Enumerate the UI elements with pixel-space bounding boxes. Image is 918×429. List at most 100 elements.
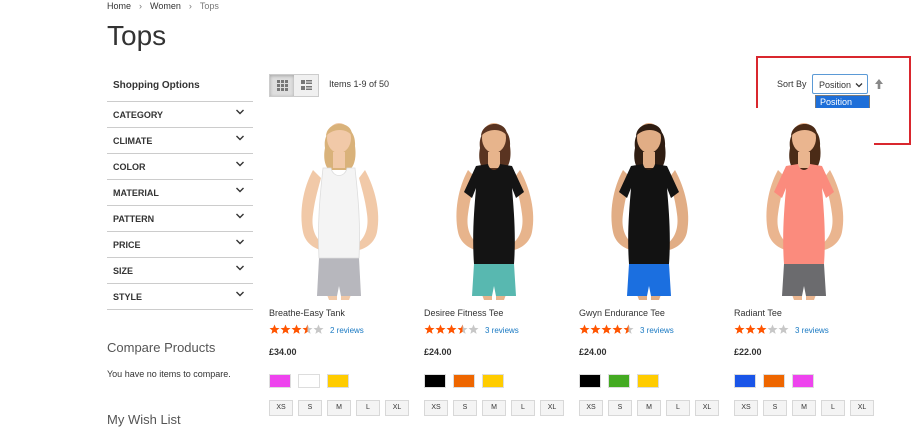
product-item: Breathe-Easy Tank 2 reviews £34.00 XS S M L XL — [269, 108, 409, 416]
color-swatch[interactable] — [298, 374, 320, 388]
size-swatches: XS S M L XL — [734, 400, 879, 416]
filter-size[interactable]: SIZE — [107, 258, 253, 284]
breadcrumb-current: Tops — [199, 1, 219, 11]
product-price: £24.00 — [424, 347, 452, 357]
breadcrumb-women-link[interactable]: Women — [150, 1, 181, 11]
reviews-link[interactable]: 3 reviews — [640, 326, 674, 335]
color-swatch[interactable] — [424, 374, 446, 388]
chevron-down-icon — [236, 161, 244, 167]
filter-category[interactable]: CATEGORY — [107, 102, 253, 128]
size-option-m[interactable]: M — [482, 400, 506, 416]
filter-climate[interactable]: CLIMATE — [107, 128, 253, 154]
star-icon — [313, 324, 324, 334]
size-option-xs[interactable]: XS — [579, 400, 603, 416]
product-item: Desiree Fitness Tee 3 reviews £24.00 XS S M L X… — [424, 108, 564, 416]
size-swatches: XS S M L XL — [424, 400, 569, 416]
product-image[interactable] — [269, 108, 409, 300]
star-icon — [291, 324, 302, 334]
chevron-down-icon — [236, 239, 244, 245]
filter-pattern[interactable]: PATTERN — [107, 206, 253, 232]
size-option-l[interactable]: L — [356, 400, 380, 416]
product-price: £22.00 — [734, 347, 762, 357]
size-option-l[interactable]: L — [511, 400, 535, 416]
product-price: £34.00 — [269, 347, 297, 357]
filter-style[interactable]: STYLE — [107, 284, 253, 310]
size-option-xl[interactable]: XL — [695, 400, 719, 416]
color-swatch[interactable] — [608, 374, 630, 388]
chevron-down-icon — [236, 291, 244, 297]
shopping-options-title: Shopping Options — [113, 80, 200, 91]
star-icon — [446, 324, 457, 334]
neck — [798, 152, 810, 168]
color-swatch[interactable] — [763, 374, 785, 388]
size-option-s[interactable]: S — [298, 400, 322, 416]
size-option-xs[interactable]: XS — [269, 400, 293, 416]
filter-material[interactable]: MATERIAL — [107, 180, 253, 206]
filter-label: SIZE — [113, 266, 134, 276]
breadcrumb-separator-icon: › — [139, 1, 143, 11]
color-swatch[interactable] — [269, 374, 291, 388]
reviews-link[interactable]: 2 reviews — [330, 326, 364, 335]
star-icon — [612, 324, 623, 334]
size-option-m[interactable]: M — [637, 400, 661, 416]
product-photo — [734, 108, 874, 300]
star-icon — [623, 324, 634, 334]
product-name-link[interactable]: Breathe-Easy Tank — [269, 308, 345, 318]
filter-label: CATEGORY — [113, 110, 164, 120]
size-option-xl[interactable]: XL — [540, 400, 564, 416]
size-swatches: XS S M L XL — [579, 400, 724, 416]
filter-list: CATEGORY CLIMATE COLOR MATERIAL PATTERN PRICE… — [107, 101, 253, 310]
size-option-s[interactable]: S — [453, 400, 477, 416]
size-option-l[interactable]: L — [821, 400, 845, 416]
filter-color[interactable]: COLOR — [107, 154, 253, 180]
shirt — [318, 167, 360, 259]
filter-label: CLIMATE — [113, 136, 153, 146]
product-item: Gwyn Endurance Tee 3 reviews £24.00 XS S M L XL — [579, 108, 719, 416]
chevron-down-icon — [236, 109, 244, 115]
reviews-link[interactable]: 3 reviews — [795, 326, 829, 335]
color-swatch[interactable] — [327, 374, 349, 388]
product-image[interactable] — [424, 108, 564, 300]
size-option-s[interactable]: S — [608, 400, 632, 416]
breadcrumb-home-link[interactable]: Home — [107, 1, 131, 11]
chevron-down-icon — [236, 213, 244, 219]
size-option-xl[interactable]: XL — [385, 400, 409, 416]
star-icon — [269, 324, 280, 334]
view-mode-switcher — [269, 74, 319, 97]
size-option-l[interactable]: L — [666, 400, 690, 416]
color-swatch[interactable] — [579, 374, 601, 388]
reviews-link[interactable]: 3 reviews — [485, 326, 519, 335]
star-icon — [302, 324, 313, 334]
color-swatch[interactable] — [482, 374, 504, 388]
star-icon — [745, 324, 756, 334]
color-swatches — [579, 374, 666, 388]
grid-view-button[interactable] — [270, 75, 294, 96]
product-image[interactable] — [579, 108, 719, 300]
compare-empty-text: You have no items to compare. — [107, 369, 231, 379]
color-swatch[interactable] — [734, 374, 756, 388]
size-option-s[interactable]: S — [763, 400, 787, 416]
size-option-m[interactable]: M — [327, 400, 351, 416]
color-swatches — [734, 374, 821, 388]
color-swatch[interactable] — [637, 374, 659, 388]
color-swatches — [269, 374, 356, 388]
star-icon — [590, 324, 601, 334]
size-option-xs[interactable]: XS — [734, 400, 758, 416]
size-option-xs[interactable]: XS — [424, 400, 448, 416]
rating-stars — [269, 324, 324, 334]
color-swatch[interactable] — [453, 374, 475, 388]
product-name-link[interactable]: Radiant Tee — [734, 308, 782, 318]
filter-price[interactable]: PRICE — [107, 232, 253, 258]
product-image[interactable] — [734, 108, 874, 300]
wish-list-title: My Wish List — [107, 412, 181, 427]
color-swatch[interactable] — [792, 374, 814, 388]
size-option-xl[interactable]: XL — [850, 400, 874, 416]
filter-label: COLOR — [113, 162, 146, 172]
filter-label: PRICE — [113, 240, 141, 250]
compare-products-title: Compare Products — [107, 340, 216, 355]
size-option-m[interactable]: M — [792, 400, 816, 416]
list-view-button[interactable] — [294, 75, 318, 96]
product-name-link[interactable]: Desiree Fitness Tee — [424, 308, 503, 318]
product-name-link[interactable]: Gwyn Endurance Tee — [579, 308, 665, 318]
star-icon — [734, 324, 745, 334]
